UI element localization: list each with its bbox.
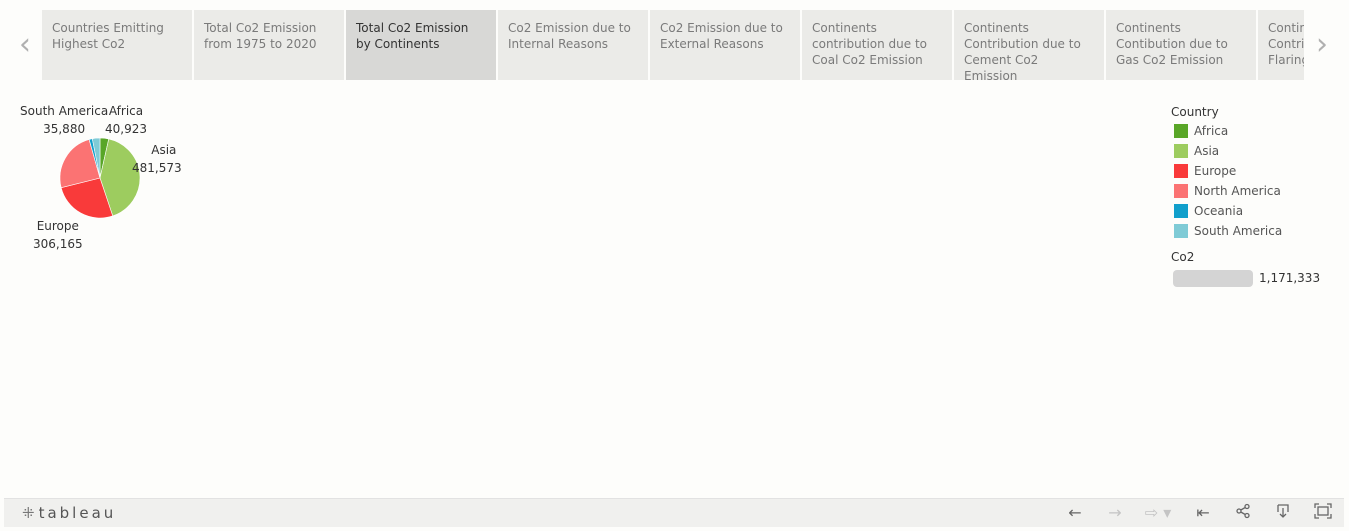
fullscreen-glyph — [1314, 503, 1332, 519]
download-icon[interactable] — [1273, 503, 1293, 523]
legend-swatch-south-america — [1174, 224, 1188, 238]
legend-item-africa[interactable]: Africa — [1171, 121, 1282, 141]
slice-category: South America — [20, 104, 109, 118]
color-legend: Country Africa Asia Europe North America… — [1171, 103, 1282, 241]
legend-label: Oceania — [1194, 204, 1244, 218]
legend-swatch-north-america — [1174, 184, 1188, 198]
tab-gas-co2-emission[interactable]: Continents Contibution due to Gas Co2 Em… — [1106, 10, 1256, 80]
slice-label-south-america: South America 35,880 — [20, 102, 108, 138]
story-navigator: ‹ Countries Emitting Highest Co2 Total C… — [0, 0, 1349, 90]
tableau-logo-icon: ⁜ — [22, 504, 35, 522]
legend-swatch-africa — [1174, 124, 1188, 138]
slice-label-africa: Africa 40,923 — [105, 102, 147, 138]
tab-label: Total Co2 Emission from 1975 to 2020 — [204, 21, 317, 51]
tab-label: Continents contribution due to Coal Co2 … — [812, 21, 928, 67]
tab-total-co2-emission-1975-2020[interactable]: Total Co2 Emission from 1975 to 2020 — [194, 10, 344, 80]
size-legend-bar — [1173, 270, 1253, 287]
legend-label: South America — [1194, 224, 1283, 238]
tab-label: Continents Contribution due to Cement Co… — [964, 21, 1081, 80]
undo-icon[interactable]: ← — [1065, 503, 1085, 523]
tab-coal-co2-emission[interactable]: Continents contribution due to Coal Co2 … — [802, 10, 952, 80]
tab-cement-co2-emission[interactable]: Continents Contribution due to Cement Co… — [954, 10, 1104, 80]
tab-label: Continents Contibution due to Gas Co2 Em… — [1116, 21, 1228, 67]
tab-strip: Countries Emitting Highest Co2 Total Co2… — [42, 10, 1304, 80]
reset-icon[interactable]: ⇤ — [1193, 503, 1213, 523]
slice-category: Europe — [36, 219, 79, 233]
legend-label: North America — [1194, 184, 1281, 198]
slice-value: 306,165 — [33, 237, 83, 251]
chevron-right-icon[interactable]: › — [1310, 30, 1334, 60]
legend-swatch-europe — [1174, 164, 1188, 178]
download-glyph — [1277, 504, 1289, 518]
share-icon[interactable] — [1233, 503, 1253, 523]
slice-category: Africa — [108, 104, 144, 118]
slice-value: 35,880 — [43, 122, 86, 136]
legend-label: Europe — [1194, 164, 1237, 178]
fullscreen-icon[interactable] — [1313, 503, 1333, 523]
tab-label: Total Co2 Emission by Continents — [356, 21, 469, 51]
tab-co2-emission-external-reasons[interactable]: Co2 Emission due to External Reasons — [650, 10, 800, 80]
legend-item-oceania[interactable]: Oceania — [1171, 201, 1282, 221]
tab-flaring-co2-emission[interactable]: Continents Contribution due to Flaring — [1258, 10, 1304, 80]
slice-value: 40,923 — [105, 122, 147, 136]
slice-value: 481,573 — [132, 161, 182, 175]
revert-icon[interactable]: ⇨ ▾ — [1141, 503, 1175, 523]
tab-label: Countries Emitting Highest Co2 — [52, 21, 164, 51]
legend-item-europe[interactable]: Europe — [1171, 161, 1282, 181]
legend-title: Country — [1171, 105, 1219, 119]
chevron-left-icon[interactable]: ‹ — [13, 30, 37, 60]
legend-label: Africa — [1194, 124, 1229, 138]
slice-category: Asia — [151, 143, 177, 157]
slice-label-asia: Asia 481,573 — [132, 141, 182, 177]
legend-item-asia[interactable]: Asia — [1171, 141, 1282, 161]
legend-item-south-america[interactable]: South America — [1171, 221, 1282, 241]
tab-co2-emission-internal-reasons[interactable]: Co2 Emission due to Internal Reasons — [498, 10, 648, 80]
size-legend-title: Co2 — [1171, 250, 1195, 264]
legend-swatch-asia — [1174, 144, 1188, 158]
tab-label: Co2 Emission due to Internal Reasons — [508, 21, 631, 51]
legend-item-north-america[interactable]: North America — [1171, 181, 1282, 201]
tableau-logo[interactable]: ⁜ tableau — [22, 504, 116, 522]
slice-label-europe: Europe 306,165 — [33, 217, 83, 253]
share-glyph — [1236, 503, 1250, 519]
tab-countries-emitting-highest-co2[interactable]: Countries Emitting Highest Co2 — [42, 10, 192, 80]
redo-icon[interactable]: → — [1105, 503, 1125, 523]
tab-label: Co2 Emission due to External Reasons — [660, 21, 783, 51]
size-legend-max-value: 1,171,333 — [1259, 271, 1321, 285]
tableau-logo-text: tableau — [38, 504, 117, 522]
legend-label: Asia — [1194, 144, 1220, 158]
tableau-toolbar: ⁜ tableau ← → ⇨ ▾ ⇤ — [4, 498, 1344, 527]
tab-total-co2-emission-by-continents[interactable]: Total Co2 Emission by Continents — [346, 10, 496, 80]
legend-swatch-oceania — [1174, 204, 1188, 218]
tab-label: Continents Contribution due to Flaring — [1268, 21, 1304, 67]
